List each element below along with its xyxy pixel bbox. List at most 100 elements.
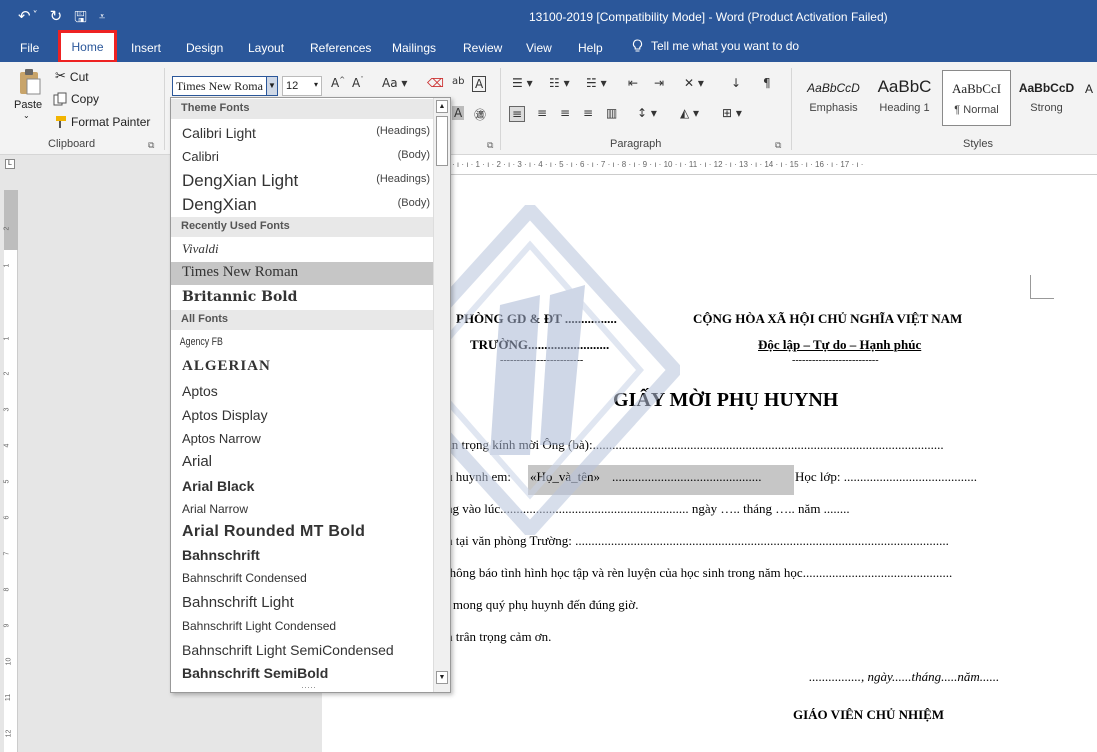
font-option-calibri-light[interactable]: Calibri Light (Headings) xyxy=(171,125,433,141)
font-option-arial[interactable]: Arial xyxy=(171,453,433,470)
shading-icon[interactable]: ◭ ▾ xyxy=(680,106,699,120)
font-option-dengxian[interactable]: DengXian (Body) xyxy=(171,195,433,215)
multilevel-list-icon[interactable]: ☵ ▾ xyxy=(586,76,607,90)
font-launcher-icon[interactable]: ⧉ xyxy=(487,140,493,151)
scroll-up-icon[interactable]: ▲ xyxy=(436,100,448,113)
align-right-icon[interactable]: ≡ xyxy=(560,106,570,120)
paragraph-group-label: Paragraph xyxy=(610,138,662,150)
font-size-dropdown-icon[interactable]: ▾ xyxy=(314,80,318,89)
save-icon[interactable]: 🖫 xyxy=(74,7,87,32)
clear-formatting-icon[interactable]: ⌫ xyxy=(427,76,444,90)
tab-selector-icon[interactable]: L xyxy=(5,159,15,169)
character-border-icon[interactable]: A xyxy=(472,76,487,92)
doc-signer: GIÁO VIÊN CHỦ NHIỆM xyxy=(793,707,945,722)
customize-qat-icon[interactable]: ⩡ xyxy=(99,10,105,32)
font-option-arial-rounded[interactable]: Arial Rounded MT Bold xyxy=(171,523,433,541)
increase-indent-icon[interactable]: ⇥ xyxy=(654,76,664,90)
tab-help[interactable]: Help xyxy=(578,41,603,55)
font-option-bahnschrift-semibold[interactable]: Bahnschrift SemiBold xyxy=(171,665,433,681)
bullets-icon[interactable]: ☰ ▾ xyxy=(512,76,533,90)
font-option-dengxian-light[interactable]: DengXian Light (Headings) xyxy=(171,171,433,191)
font-name-box[interactable]: Times New Roma xyxy=(172,76,278,96)
undo-dropdown-icon[interactable]: ˅ xyxy=(33,10,38,32)
grow-font-icon[interactable]: A^ xyxy=(331,76,345,90)
font-option-bahnschrift-light[interactable]: Bahnschrift Light xyxy=(171,594,433,611)
tab-mailings[interactable]: Mailings xyxy=(392,41,436,55)
tab-view[interactable]: View xyxy=(526,41,552,55)
vruler-label: 8 xyxy=(3,587,11,592)
font-dropdown-list[interactable]: Theme Fonts Calibri Light (Headings) Cali… xyxy=(170,97,451,693)
font-option-bahnschrift-condensed[interactable]: Bahnschrift Condensed xyxy=(171,571,433,585)
doc-line-time: ng vào lúc..............................… xyxy=(446,501,850,516)
align-center-icon[interactable]: ≡ xyxy=(537,106,547,120)
line-spacing-icon[interactable]: ↕ ▾ xyxy=(637,106,657,120)
asian-layout-icon[interactable]: ✕ ▾ xyxy=(684,76,704,90)
paste-button[interactable]: Paste ⌄ xyxy=(14,68,42,120)
style-strong[interactable]: AaBbCcD Strong xyxy=(1012,70,1081,126)
font-option-britannic-bold[interactable]: Britannic Bold xyxy=(171,289,433,305)
copy-icon xyxy=(53,92,67,106)
vruler-label: 1 xyxy=(3,263,11,268)
paste-dropdown-icon[interactable]: ⌄ xyxy=(23,111,42,120)
scroll-down-icon[interactable]: ▼ xyxy=(436,671,448,684)
font-option-times-new-roman[interactable]: Times New Roman xyxy=(171,262,433,285)
tab-references[interactable]: References xyxy=(310,41,371,55)
copy-button[interactable]: Copy xyxy=(53,92,99,106)
vruler-label: 1 xyxy=(3,336,11,341)
doc-line-thanks: n trân trọng cảm ơn. xyxy=(446,629,552,644)
tab-file[interactable]: File xyxy=(20,41,39,55)
scissors-icon: ✂ xyxy=(55,69,66,84)
tab-layout[interactable]: Layout xyxy=(248,41,284,55)
dropdown-scrollbar[interactable]: ▲ ▼ xyxy=(433,98,450,692)
cut-button[interactable]: ✂ Cut xyxy=(55,69,89,84)
tab-design[interactable]: Design xyxy=(186,41,223,55)
font-option-bahnschrift-light-semicondensed[interactable]: Bahnschrift Light SemiCondensed xyxy=(171,642,433,658)
tab-review[interactable]: Review xyxy=(463,41,502,55)
shrink-font-icon[interactable]: Aˇ xyxy=(352,76,364,90)
doc-line-punctual: t mong quý phụ huynh đến đúng giờ. xyxy=(446,597,639,612)
character-shading-icon[interactable]: A xyxy=(452,106,465,120)
font-option-aptos-display[interactable]: Aptos Display xyxy=(171,407,433,423)
numbering-icon[interactable]: ☷ ▾ xyxy=(549,76,570,90)
font-option-agency-fb[interactable]: Agency FB xyxy=(171,336,381,348)
org-right-divider: -------------------------- xyxy=(792,355,879,366)
phonetic-guide-icon[interactable]: ab xyxy=(452,76,464,87)
font-option-bahnschrift[interactable]: Bahnschrift xyxy=(171,547,433,563)
undo-icon[interactable]: ↶ xyxy=(18,7,31,32)
distributed-icon[interactable]: ▥ xyxy=(606,106,617,120)
borders-icon[interactable]: ⊞ ▾ xyxy=(722,106,742,120)
align-left-icon[interactable]: ≡ xyxy=(509,106,526,122)
tab-insert[interactable]: Insert xyxy=(131,41,161,55)
font-option-arial-narrow[interactable]: Arial Narrow xyxy=(171,502,433,516)
change-case-icon[interactable]: Aa ▾ xyxy=(382,76,407,90)
ruler-ticks: · ı · ı · 1 · ı · 2 · ı · 3 · ı · 4 · ı … xyxy=(452,160,864,169)
dropdown-resize-grip[interactable]: ····· xyxy=(301,682,316,692)
redo-icon[interactable]: ↻ xyxy=(50,7,63,32)
sort-icon[interactable]: ↓ xyxy=(731,76,741,90)
style-heading-1[interactable]: AaBbC Heading 1 xyxy=(870,70,939,126)
font-option-algerian[interactable]: ALGERIAN xyxy=(171,358,433,375)
clipboard-launcher-icon[interactable]: ⧉ xyxy=(148,140,154,151)
enclose-characters-icon[interactable]: ㊜ xyxy=(474,106,486,123)
decrease-indent-icon[interactable]: ⇤ xyxy=(628,76,638,90)
font-option-bahnschrift-light-condensed[interactable]: Bahnschrift Light Condensed xyxy=(171,619,433,633)
paragraph-launcher-icon[interactable]: ⧉ xyxy=(775,140,781,151)
tab-home[interactable]: Home xyxy=(58,30,117,63)
tell-me-box[interactable]: Tell me what you want to do xyxy=(632,39,799,53)
style-name: Emphasis xyxy=(809,102,858,114)
font-option-calibri[interactable]: Calibri (Body) xyxy=(171,149,433,164)
font-option-aptos-narrow[interactable]: Aptos Narrow xyxy=(171,431,433,446)
style-emphasis[interactable]: AaBbCcD Emphasis xyxy=(799,70,868,126)
format-painter-button[interactable]: Format Painter xyxy=(53,115,150,129)
show-marks-icon[interactable]: ¶ xyxy=(763,76,771,90)
font-size-box[interactable]: 12 ▾ xyxy=(282,76,322,96)
merge-field-student-name[interactable]: «Họ_và_tên» xyxy=(530,469,600,485)
justify-icon[interactable]: ≡ xyxy=(583,106,593,120)
font-name-dropdown-icon[interactable]: ▼ xyxy=(266,76,278,96)
style-normal[interactable]: AaBbCcI ¶ Normal xyxy=(942,70,1011,126)
scrollbar-thumb[interactable] xyxy=(436,116,448,166)
vertical-ruler[interactable]: 2 1 1 2 3 4 5 6 7 8 9 10 11 12 xyxy=(3,190,18,752)
font-option-vivaldi[interactable]: Vivaldi xyxy=(171,241,433,257)
font-option-arial-black[interactable]: Arial Black xyxy=(171,478,433,494)
font-option-aptos[interactable]: Aptos xyxy=(171,383,433,399)
